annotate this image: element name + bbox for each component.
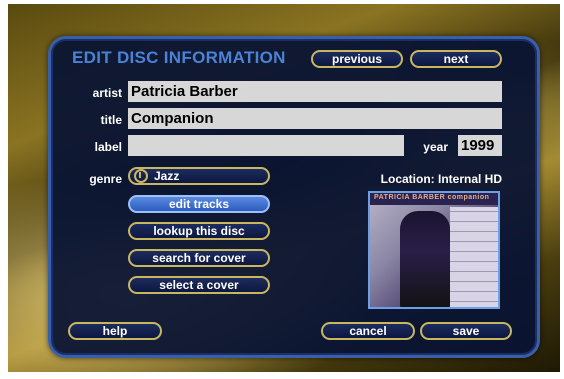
save-button[interactable]: save [420, 322, 512, 340]
genre-value: Jazz [154, 169, 180, 183]
artist-field[interactable]: Patricia Barber [128, 81, 502, 102]
label-field[interactable] [128, 135, 404, 156]
genre-label: genre [89, 172, 122, 186]
cover-title-text: PATRICIA BARBER companion [374, 194, 490, 201]
music-note-icon [134, 169, 148, 183]
cover-background [450, 207, 498, 307]
cover-title-band: PATRICIA BARBER companion [370, 193, 498, 205]
genre-selector[interactable]: Jazz [128, 167, 270, 185]
previous-button[interactable]: previous [311, 50, 403, 68]
cover-figure [400, 211, 450, 307]
lookup-disc-button[interactable]: lookup this disc [128, 222, 270, 240]
edit-tracks-button[interactable]: edit tracks [128, 195, 270, 213]
label-label: label [94, 140, 122, 154]
location-text: Location: Internal HD [380, 172, 502, 186]
album-cover-image[interactable]: PATRICIA BARBER companion [368, 191, 500, 309]
search-cover-button[interactable]: search for cover [128, 249, 270, 267]
select-cover-button[interactable]: select a cover [128, 276, 270, 294]
artist-label: artist [92, 86, 122, 100]
help-button[interactable]: help [68, 322, 162, 340]
year-label: year [423, 140, 448, 154]
title-label: title [100, 113, 122, 127]
page-title: EDIT DISC INFORMATION [72, 48, 286, 67]
cancel-button[interactable]: cancel [321, 322, 415, 340]
title-field[interactable]: Companion [128, 108, 502, 129]
year-field[interactable]: 1999 [458, 135, 502, 156]
next-button[interactable]: next [410, 50, 502, 68]
